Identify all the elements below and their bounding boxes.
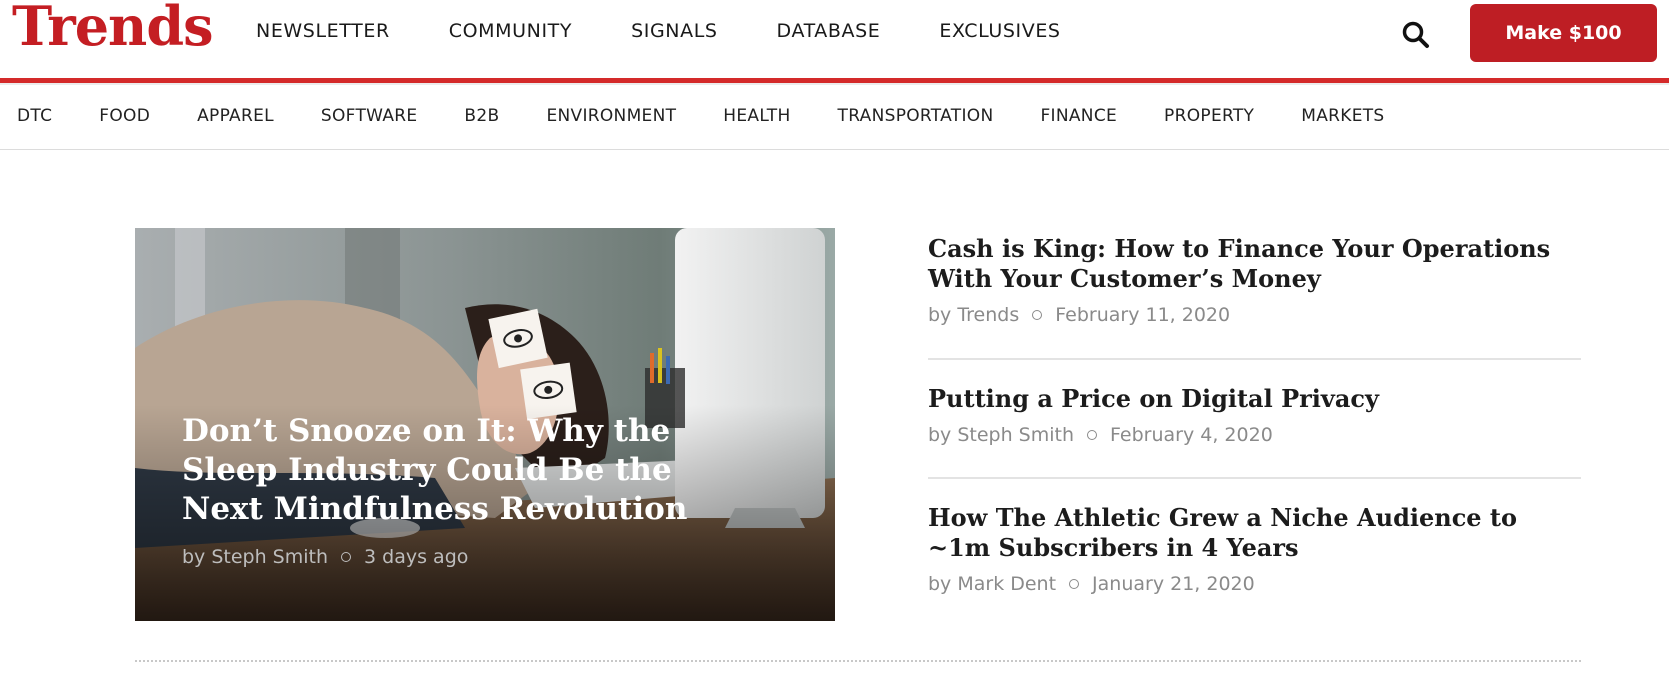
nav-newsletter[interactable]: NEWSLETTER [256, 20, 390, 42]
category-property[interactable]: PROPERTY [1164, 106, 1254, 126]
category-markets[interactable]: MARKETS [1301, 106, 1384, 126]
top-bar: Trends NEWSLETTER COMMUNITY SIGNALS DATA… [0, 0, 1669, 78]
article-divider [928, 358, 1581, 360]
separator-dot-icon [1032, 310, 1043, 320]
article-item: How The Athletic Grew a Niche Audience t… [928, 503, 1581, 595]
category-software[interactable]: SOFTWARE [321, 106, 418, 126]
article-divider [928, 477, 1581, 479]
article-meta: by Trends February 11, 2020 [928, 304, 1581, 326]
article-date: February 4, 2020 [1110, 424, 1273, 446]
separator-dot-icon [341, 552, 352, 562]
header-divider-shadow [0, 83, 1669, 85]
article-item: Putting a Price on Digital Privacy by St… [928, 384, 1581, 446]
category-dtc[interactable]: DTC [17, 106, 52, 126]
article-date: February 11, 2020 [1055, 304, 1231, 326]
category-apparel[interactable]: APPAREL [197, 106, 274, 126]
featured-article-date: 3 days ago [364, 546, 469, 568]
nav-exclusives[interactable]: EXCLUSIVES [939, 20, 1060, 42]
site-logo[interactable]: Trends [12, 0, 213, 58]
featured-article-author: by Steph Smith [182, 546, 329, 568]
article-title[interactable]: How The Athletic Grew a Niche Audience t… [928, 503, 1581, 563]
featured-article-card[interactable]: Don’t Snooze on It: Why the Sleep Indust… [135, 228, 835, 621]
article-author[interactable]: by Steph Smith [928, 424, 1074, 446]
featured-article-title[interactable]: Don’t Snooze on It: Why the Sleep Indust… [182, 412, 742, 529]
category-nav-divider [0, 149, 1669, 150]
article-title[interactable]: Putting a Price on Digital Privacy [928, 384, 1581, 414]
category-b2b[interactable]: B2B [464, 106, 499, 126]
article-title[interactable]: Cash is King: How to Finance Your Operat… [928, 234, 1581, 294]
section-divider [135, 660, 1581, 662]
category-nav: DTC FOOD APPAREL SOFTWARE B2B ENVIRONMEN… [17, 106, 1432, 126]
category-environment[interactable]: ENVIRONMENT [546, 106, 676, 126]
nav-signals[interactable]: SIGNALS [631, 20, 717, 42]
nav-database[interactable]: DATABASE [777, 20, 881, 42]
article-meta: by Mark Dent January 21, 2020 [928, 573, 1581, 595]
article-author[interactable]: by Trends [928, 304, 1019, 326]
category-transportation[interactable]: TRANSPORTATION [838, 106, 994, 126]
separator-dot-icon [1087, 430, 1098, 440]
category-finance[interactable]: FINANCE [1040, 106, 1117, 126]
main-nav: NEWSLETTER COMMUNITY SIGNALS DATABASE EX… [256, 20, 1120, 42]
article-meta: by Steph Smith February 4, 2020 [928, 424, 1581, 446]
article-item: Cash is King: How to Finance Your Operat… [928, 234, 1581, 326]
featured-article-meta: by Steph Smith 3 days ago [182, 546, 468, 568]
make-100-button[interactable]: Make $100 [1470, 4, 1657, 62]
search-icon[interactable] [1400, 19, 1432, 51]
category-health[interactable]: HEALTH [723, 106, 790, 126]
nav-community[interactable]: COMMUNITY [449, 20, 572, 42]
category-food[interactable]: FOOD [99, 106, 150, 126]
article-author[interactable]: by Mark Dent [928, 573, 1056, 595]
article-date: January 21, 2020 [1092, 573, 1255, 595]
separator-dot-icon [1069, 579, 1080, 589]
